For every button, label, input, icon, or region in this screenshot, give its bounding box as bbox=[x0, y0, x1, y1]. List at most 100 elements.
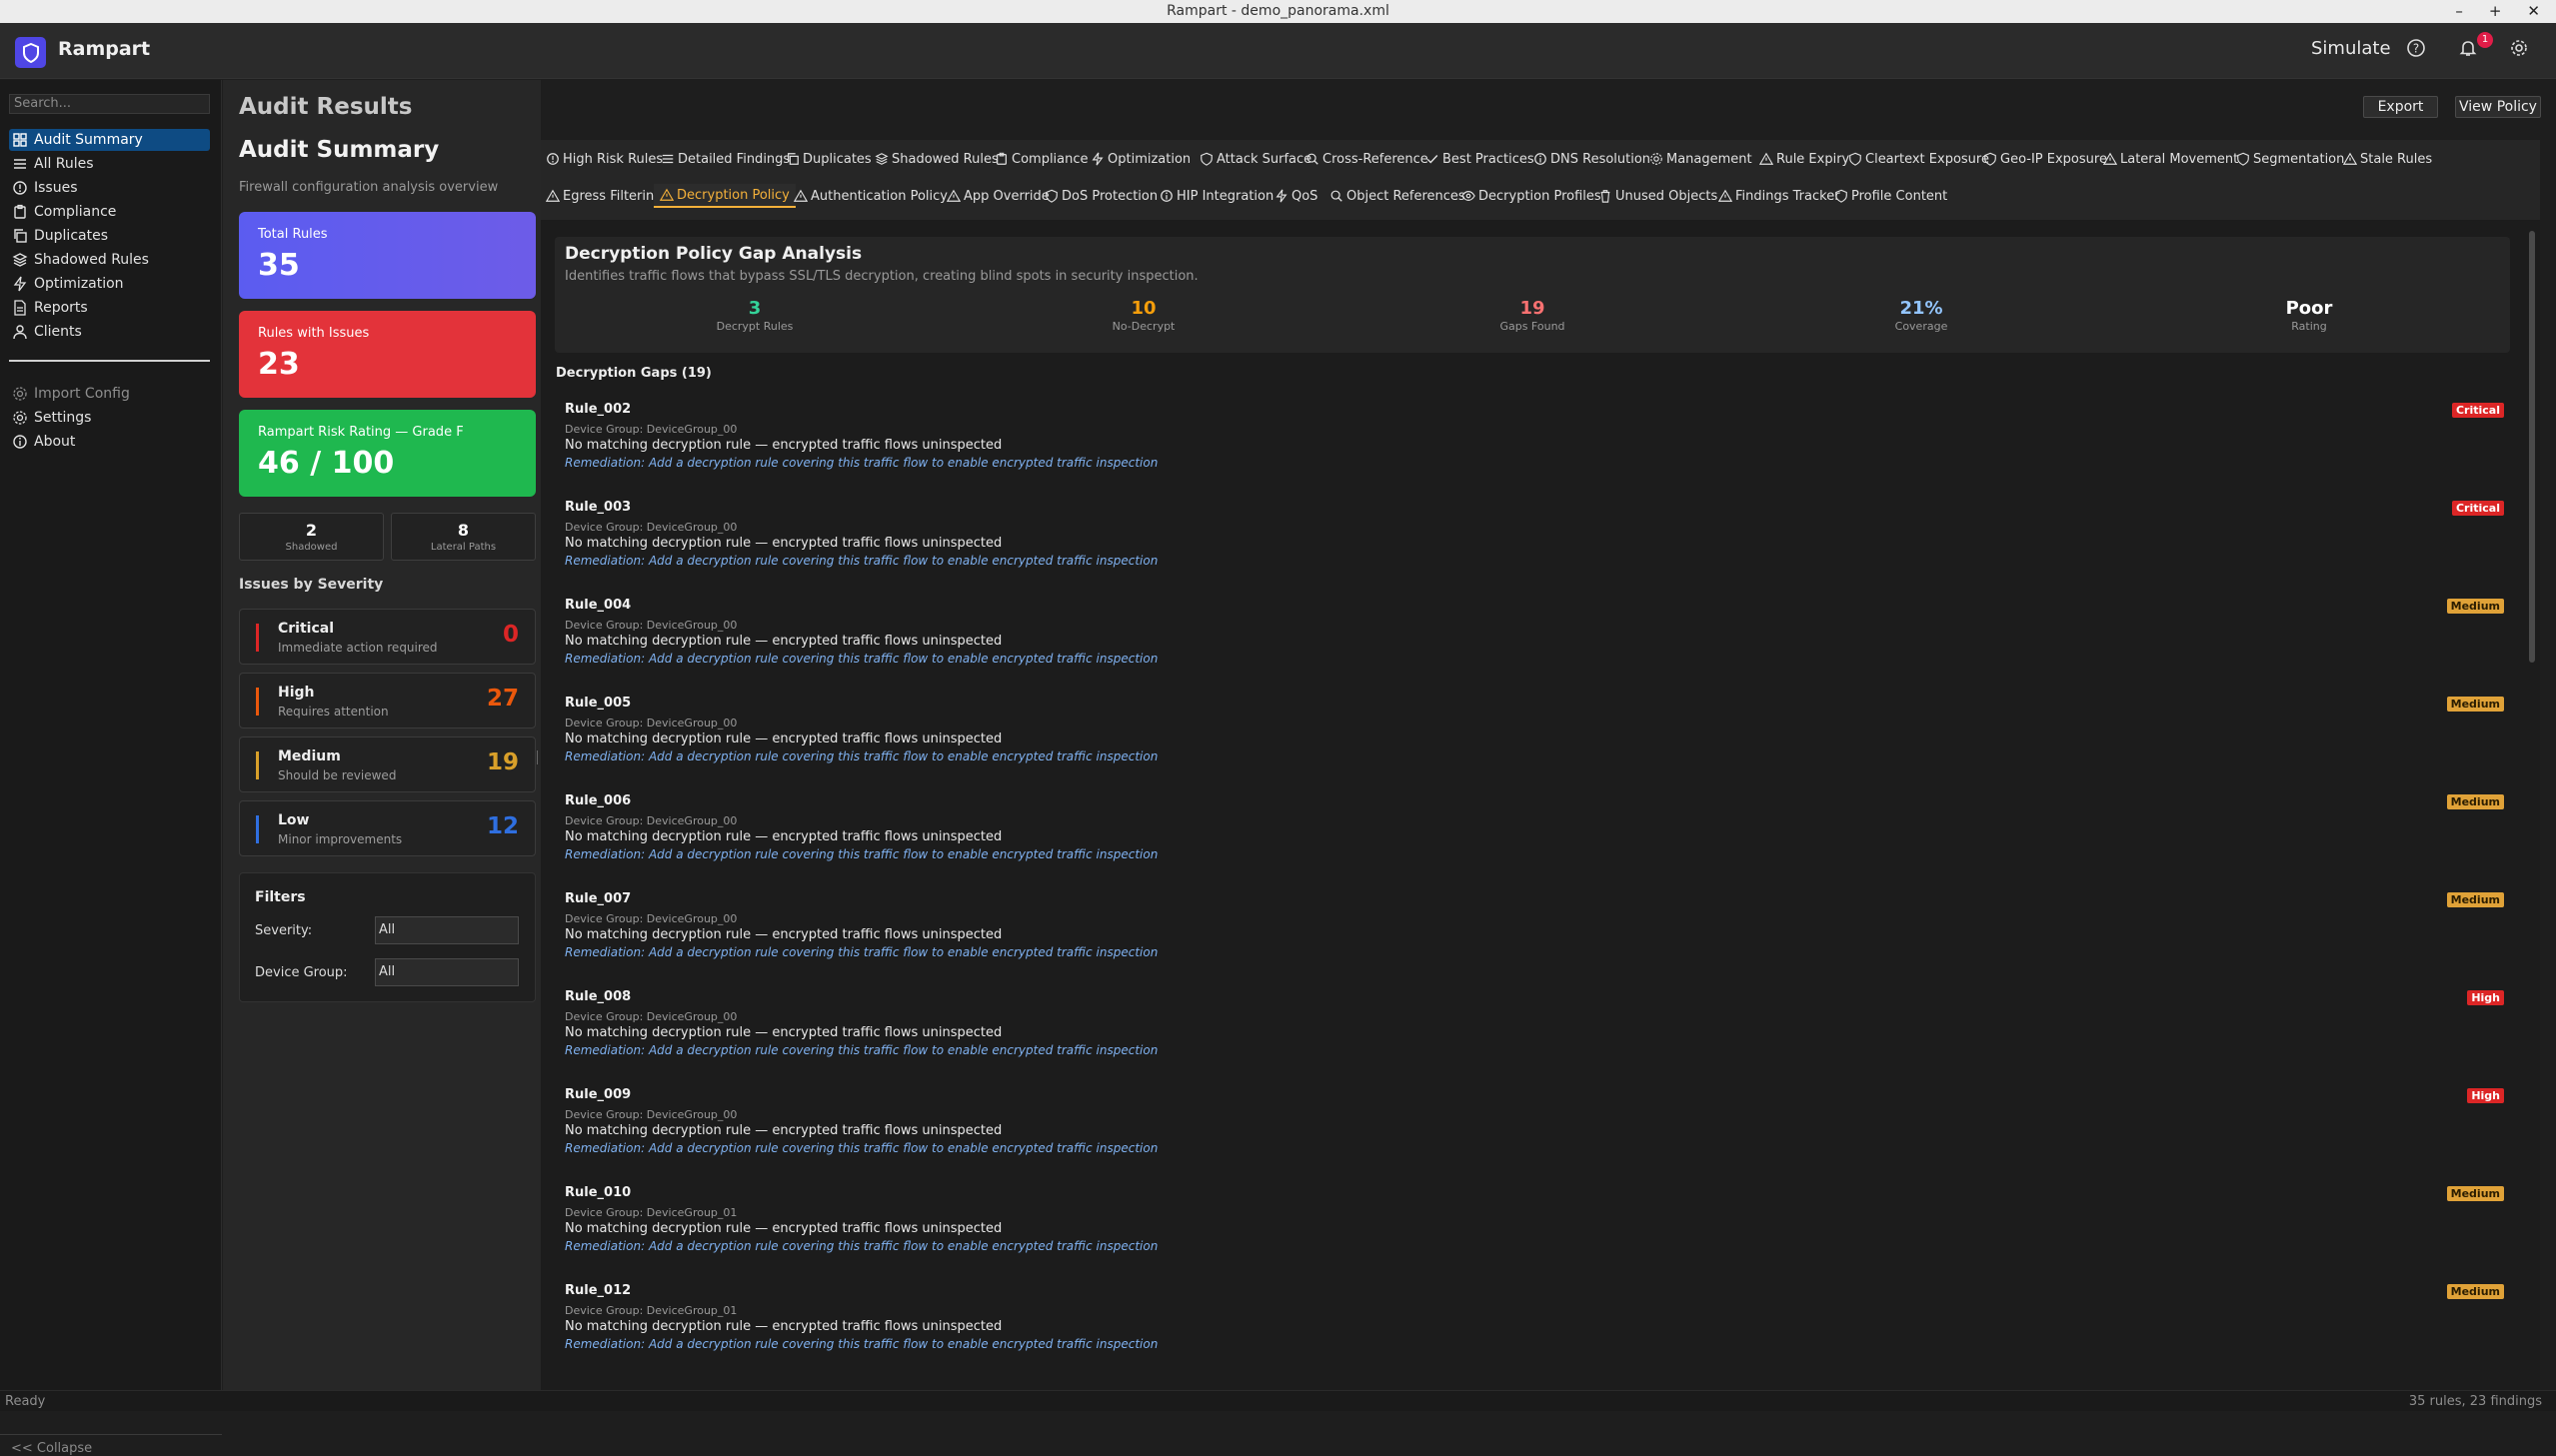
tab-cross-reference[interactable]: Cross-Reference bbox=[1305, 147, 1428, 171]
severity-filter-label: Severity: bbox=[255, 923, 313, 938]
remediation-text: Remediation: Add a decryption rule cover… bbox=[565, 749, 1159, 763]
tab-label: Cross-Reference bbox=[1322, 151, 1428, 167]
tab-stale-rules[interactable]: Stale Rules bbox=[2343, 147, 2432, 171]
sidebar-item-all-rules[interactable]: All Rules bbox=[9, 153, 210, 175]
severity-badge: Medium bbox=[2446, 1284, 2504, 1299]
tab-rule-expiry[interactable]: Rule Expiry bbox=[1759, 147, 1849, 171]
sidebar-item-label: Issues bbox=[34, 180, 78, 196]
list-item[interactable]: Rule_003 Device Group: DeviceGroup_00 No m… bbox=[565, 500, 2504, 598]
tab-profile-content[interactable]: Profile Content bbox=[1834, 184, 1947, 208]
list-item[interactable]: Rule_012 Device Group: DeviceGroup_01 No m… bbox=[565, 1283, 2504, 1381]
tab-findings-tracker[interactable]: Findings Tracker bbox=[1718, 184, 1840, 208]
warning-icon bbox=[2103, 152, 2117, 165]
tab-attack-surface[interactable]: Attack Surface bbox=[1200, 147, 1311, 171]
device-group: Device Group: DeviceGroup_00 bbox=[565, 1010, 738, 1023]
sidebar-item-duplicates[interactable]: Duplicates bbox=[9, 225, 210, 247]
list-item[interactable]: Rule_007 Device Group: DeviceGroup_00 No m… bbox=[565, 891, 2504, 989]
device-group-filter-select[interactable]: All bbox=[375, 958, 519, 986]
severity-low-card[interactable]: Low Minor improvements 12 bbox=[239, 800, 536, 856]
list-item[interactable]: Rule_004 Device Group: DeviceGroup_00 No m… bbox=[565, 598, 2504, 696]
tab-dns-resolution[interactable]: DNS Resolution bbox=[1533, 147, 1650, 171]
device-group: Device Group: DeviceGroup_00 bbox=[565, 814, 738, 827]
sidebar-item-issues[interactable]: Issues bbox=[9, 177, 210, 199]
collapse-button[interactable]: << Collapse bbox=[0, 1434, 222, 1456]
tab-geo-ip-exposure[interactable]: Geo-IP Exposure bbox=[1983, 147, 2107, 171]
tab-unused-objects[interactable]: Unused Objects bbox=[1598, 184, 1717, 208]
list-item[interactable]: Rule_006 Device Group: DeviceGroup_00 No m… bbox=[565, 793, 2504, 891]
tab-app-override[interactable]: App Override bbox=[947, 184, 1050, 208]
shield-icon bbox=[1849, 152, 1861, 166]
app-header: Rampart Simulate ? 1 bbox=[0, 23, 2556, 79]
stat-caption: Gaps Found bbox=[1499, 320, 1565, 333]
list-item[interactable]: Rule_009 Device Group: DeviceGroup_00 No m… bbox=[565, 1087, 2504, 1185]
severity-badge: Critical bbox=[2451, 403, 2504, 418]
gap-analysis-title: Decryption Policy Gap Analysis bbox=[565, 244, 863, 264]
sidebar-item-clients[interactable]: Clients bbox=[9, 321, 210, 343]
list-item[interactable]: Rule_008 Device Group: DeviceGroup_00 No m… bbox=[565, 989, 2504, 1087]
remediation-text: Remediation: Add a decryption rule cover… bbox=[565, 554, 1159, 568]
sidebar-item-compliance[interactable]: Compliance bbox=[9, 201, 210, 223]
severity-medium-card[interactable]: Medium Should be reviewed 19 bbox=[239, 736, 536, 792]
notification-badge: 1 bbox=[2477, 32, 2493, 48]
minimize-icon[interactable]: – bbox=[2455, 0, 2463, 23]
maximize-icon[interactable]: + bbox=[2489, 0, 2502, 23]
tab-object-references[interactable]: Object References bbox=[1329, 184, 1465, 208]
search-input[interactable]: Search... bbox=[9, 94, 210, 114]
list-item[interactable]: Rule_005 Device Group: DeviceGroup_00 No m… bbox=[565, 696, 2504, 793]
stat-value: 10 bbox=[1131, 298, 1157, 319]
export-button[interactable]: Export bbox=[2363, 96, 2438, 118]
tab-best-practices[interactable]: Best Practices bbox=[1425, 147, 1534, 171]
tab-cleartext-exposure[interactable]: Cleartext Exposure bbox=[1848, 147, 1989, 171]
sidebar-item-label: Audit Summary bbox=[34, 132, 143, 148]
tab-egress-filtering[interactable]: Egress Filtering bbox=[546, 184, 663, 208]
close-icon[interactable]: ✕ bbox=[2527, 0, 2540, 23]
sidebar-item-audit-summary[interactable]: Audit Summary bbox=[9, 129, 210, 151]
scrollbar-thumb[interactable] bbox=[2529, 231, 2535, 663]
tab-detailed-findings[interactable]: Detailed Findings bbox=[661, 147, 790, 171]
sidebar-item-shadowed-rules[interactable]: Shadowed Rules bbox=[9, 249, 210, 271]
severity-badge: Medium bbox=[2446, 1186, 2504, 1201]
gear-icon[interactable] bbox=[2506, 38, 2532, 64]
tab-lateral-movement[interactable]: Lateral Movement bbox=[2103, 147, 2238, 171]
tab-label: Object References bbox=[1346, 188, 1465, 204]
section-subtitle: Firewall configuration analysis overview bbox=[239, 180, 499, 195]
scrollbar[interactable] bbox=[2526, 221, 2538, 1370]
severity-color-bar bbox=[256, 815, 259, 843]
simulate-button[interactable]: Simulate bbox=[2311, 38, 2391, 59]
sidebar-item-import-config[interactable]: Import Config bbox=[9, 383, 210, 405]
lateral-paths-stat[interactable]: 8 Lateral Paths bbox=[391, 513, 536, 561]
tab-management[interactable]: Management bbox=[1649, 147, 1752, 171]
view-policy-button[interactable]: View Policy bbox=[2455, 96, 2541, 118]
tab-compliance[interactable]: Compliance bbox=[995, 147, 1089, 171]
tab-dos-protection[interactable]: DoS Protection bbox=[1045, 184, 1158, 208]
list-item[interactable]: Rule_002 Device Group: DeviceGroup_00 No m… bbox=[565, 402, 2504, 500]
stat-value: Poor bbox=[2285, 298, 2333, 319]
tab-high-risk-rules[interactable]: High Risk Rules bbox=[546, 147, 663, 171]
tab-segmentation[interactable]: Segmentation bbox=[2236, 147, 2344, 171]
tab-qos[interactable]: QoS bbox=[1275, 184, 1317, 208]
tab-label: Shadowed Rules bbox=[892, 151, 999, 167]
severity-high-card[interactable]: High Requires attention 27 bbox=[239, 673, 536, 728]
sidebar-item-about[interactable]: About bbox=[9, 431, 210, 453]
remediation-text: Remediation: Add a decryption rule cover… bbox=[565, 652, 1159, 666]
shield-icon bbox=[1835, 189, 1847, 203]
sidebar-item-settings[interactable]: Settings bbox=[9, 407, 210, 429]
sidebar-item-reports[interactable]: Reports bbox=[9, 297, 210, 319]
tab-duplicates[interactable]: Duplicates bbox=[786, 147, 872, 171]
severity-name: Medium bbox=[278, 748, 341, 764]
warning-icon bbox=[1718, 189, 1732, 202]
shadowed-stat[interactable]: 2 Shadowed bbox=[239, 513, 384, 561]
severity-critical-card[interactable]: Critical Immediate action required 0 bbox=[239, 609, 536, 665]
gap-message: No matching decryption rule — encrypted … bbox=[565, 927, 1003, 942]
tab-authentication-policy[interactable]: Authentication Policy bbox=[794, 184, 948, 208]
tab-shadowed-rules[interactable]: Shadowed Rules bbox=[875, 147, 999, 171]
tab-decryption-policy[interactable]: Decryption Policy bbox=[654, 184, 796, 208]
list-item[interactable]: Rule_010 Device Group: DeviceGroup_01 No m… bbox=[565, 1185, 2504, 1283]
sidebar-item-optimization[interactable]: Optimization bbox=[9, 273, 210, 295]
help-icon[interactable]: ? bbox=[2403, 38, 2429, 64]
tab-decryption-profiles[interactable]: Decryption Profiles bbox=[1461, 184, 1601, 208]
severity-filter-select[interactable]: All bbox=[375, 916, 519, 944]
tab-hip-integration[interactable]: HIP Integration bbox=[1160, 184, 1274, 208]
tab-optimization[interactable]: Optimization bbox=[1091, 147, 1191, 171]
total-rules-value: 35 bbox=[258, 248, 300, 283]
